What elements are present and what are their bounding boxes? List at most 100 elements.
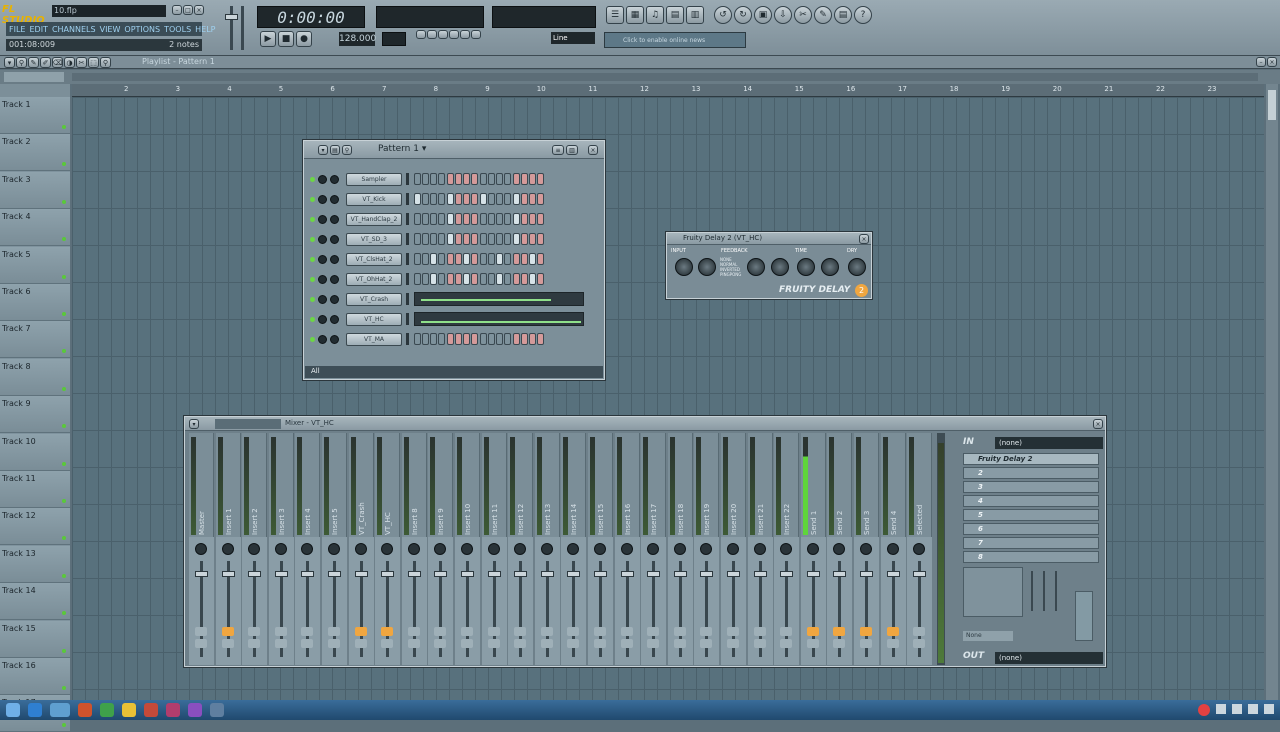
channel-filter[interactable]: All	[311, 367, 320, 375]
strip-pan-knob[interactable]	[195, 543, 207, 555]
strip-send-button[interactable]	[673, 639, 686, 648]
help-icon[interactable]: ?	[854, 6, 872, 24]
step-button[interactable]	[496, 333, 503, 345]
step-button[interactable]	[513, 273, 520, 285]
step-button[interactable]	[496, 233, 503, 245]
track-header[interactable]: Track 13	[0, 545, 70, 583]
pattern-list-icon[interactable]: ▤	[330, 145, 340, 155]
firefox-icon[interactable]	[78, 703, 92, 717]
mixer-strip[interactable]: Insert 9	[428, 433, 454, 665]
output-select[interactable]: (none)	[995, 652, 1103, 664]
track-header[interactable]: Track 7	[0, 321, 70, 359]
mixer-strip[interactable]: VT_HC	[375, 433, 401, 665]
strip-pan-knob[interactable]	[647, 543, 660, 555]
strip-send-button[interactable]	[620, 639, 633, 648]
channel-mute-led[interactable]	[310, 196, 315, 202]
step-button[interactable]	[414, 253, 421, 265]
track-mute-led[interactable]	[62, 499, 66, 503]
strip-fader-cap[interactable]	[195, 571, 208, 577]
channel-name-button[interactable]: VT_HC	[346, 312, 402, 326]
channel-volume-knob[interactable]	[330, 274, 339, 284]
channel-volume-knob[interactable]	[330, 194, 339, 204]
step-button[interactable]	[471, 213, 478, 225]
track-mute-led[interactable]	[62, 611, 66, 616]
mixer-strip[interactable]: Send 1	[800, 433, 826, 665]
channel-volume-knob[interactable]	[330, 254, 339, 264]
step-button[interactable]	[488, 173, 495, 185]
step-button[interactable]	[513, 233, 520, 245]
record-tray-icon[interactable]	[1198, 704, 1210, 716]
step-button[interactable]	[504, 233, 511, 245]
strip-fader-cap[interactable]	[381, 571, 395, 577]
strip-send-button[interactable]	[221, 627, 234, 636]
step-button[interactable]	[463, 233, 470, 245]
strip-send-button[interactable]	[700, 627, 713, 636]
channel-mute-led[interactable]	[310, 336, 315, 342]
step-button[interactable]	[504, 193, 511, 205]
tempo-display[interactable]: 128.000	[339, 32, 376, 46]
track-header[interactable]: Track 3	[0, 171, 70, 209]
snap-mode-select[interactable]: Line	[551, 32, 595, 44]
strip-pan-knob[interactable]	[461, 543, 473, 555]
mixer-strip[interactable]: Insert 5	[322, 433, 347, 665]
step-button[interactable]	[463, 333, 470, 345]
channel-pan-knob[interactable]	[318, 234, 327, 244]
track-mute-led[interactable]	[62, 461, 66, 466]
step-button[interactable]	[414, 273, 421, 285]
step-button[interactable]	[496, 253, 503, 265]
music-taskbar-icon[interactable]	[188, 703, 202, 717]
pattern-snap-icon[interactable]: ⚲	[342, 145, 352, 155]
track-header[interactable]: Track 8	[0, 358, 70, 396]
strip-pan-knob[interactable]	[487, 543, 500, 555]
channel-mute-led[interactable]	[310, 216, 315, 222]
strip-send-button[interactable]	[727, 639, 739, 648]
strip-send-button[interactable]	[221, 639, 234, 648]
step-button[interactable]	[529, 173, 536, 185]
pattern-selector[interactable]	[382, 32, 406, 46]
channel-select-indicator[interactable]	[406, 333, 409, 345]
strip-pan-knob[interactable]	[620, 543, 633, 555]
strip-pan-knob[interactable]	[221, 543, 234, 555]
strip-fader-cap[interactable]	[833, 571, 847, 577]
channel-select-indicator[interactable]	[406, 213, 409, 225]
pattern-menu-icon[interactable]: ▾	[318, 145, 328, 155]
step-button[interactable]	[414, 193, 421, 205]
strip-send-button[interactable]	[913, 639, 926, 648]
step-button[interactable]	[438, 233, 445, 245]
strip-send-button[interactable]	[860, 639, 872, 648]
step-button[interactable]	[504, 213, 511, 225]
track-mute-led[interactable]	[62, 274, 66, 279]
media-taskbar-icon[interactable]	[166, 703, 180, 717]
strip-send-button[interactable]	[780, 639, 793, 648]
mixer-strip[interactable]: Insert 18	[667, 433, 693, 665]
mixer-strip[interactable]: Insert 12	[508, 433, 534, 665]
feedback-vol-knob[interactable]	[747, 258, 765, 276]
step-button[interactable]	[488, 253, 495, 265]
chrome-icon[interactable]	[100, 703, 114, 717]
mixer-strip[interactable]: Insert 22	[774, 433, 800, 665]
strip-fader-cap[interactable]	[913, 571, 927, 577]
track-header[interactable]: Track 6	[0, 284, 70, 321]
mixer-close-button[interactable]: ×	[1093, 419, 1103, 429]
strip-send-button[interactable]	[806, 639, 819, 648]
strip-fader-cap[interactable]	[354, 571, 368, 577]
fx-slot[interactable]: 6	[963, 523, 1099, 535]
mixer-strip[interactable]: Insert 19	[694, 433, 720, 665]
step-button[interactable]	[463, 213, 470, 225]
channel-mute-led[interactable]	[310, 316, 315, 322]
strip-send-button[interactable]	[514, 639, 527, 648]
strip-pan-knob[interactable]	[407, 543, 420, 555]
strip-send-button[interactable]	[248, 627, 261, 636]
strip-send-button[interactable]	[274, 627, 287, 636]
input-vol-knob[interactable]	[698, 258, 716, 276]
step-button[interactable]	[480, 253, 487, 265]
step-button[interactable]	[471, 193, 478, 205]
strip-send-button[interactable]	[673, 627, 686, 636]
strip-fader-cap[interactable]	[727, 571, 740, 577]
input-select[interactable]: (none)	[995, 437, 1103, 449]
step-button[interactable]	[455, 173, 462, 185]
strip-send-button[interactable]	[567, 627, 580, 636]
step-button[interactable]	[529, 193, 536, 205]
strip-fader-cap[interactable]	[647, 571, 661, 577]
network-tray-icon[interactable]	[1264, 704, 1274, 714]
